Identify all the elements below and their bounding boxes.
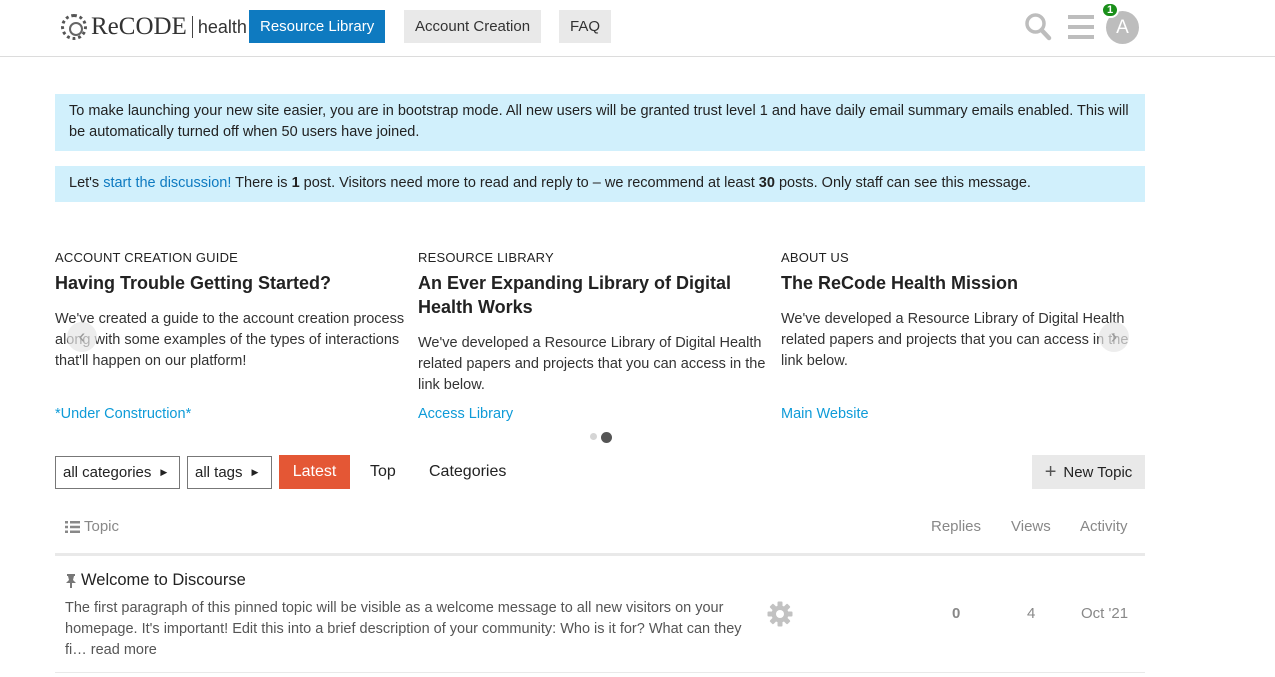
logo-mark-icon bbox=[61, 14, 87, 40]
row-divider bbox=[55, 672, 1145, 673]
card-kicker: ABOUT US bbox=[781, 250, 849, 265]
notice-prefix: Let's bbox=[69, 175, 104, 191]
replies-count: 0 bbox=[952, 605, 961, 622]
hamburger-menu-icon[interactable] bbox=[1068, 14, 1094, 40]
card-kicker: ACCOUNT CREATION GUIDE bbox=[55, 250, 239, 265]
list-icon bbox=[65, 520, 80, 533]
topic-title: Welcome to Discourse bbox=[81, 571, 246, 589]
access-library-link[interactable]: Access Library bbox=[418, 406, 513, 422]
post-count: 1 bbox=[291, 175, 300, 191]
card-title: An Ever Expanding Library of Digital Hea… bbox=[418, 273, 732, 317]
categories-dropdown[interactable]: all categories ▶ bbox=[55, 456, 180, 489]
notice-text-2: post. Visitors need more to read and rep… bbox=[299, 175, 759, 191]
topic-excerpt: The first paragraph of this pinned topic… bbox=[65, 598, 755, 661]
banner-card-about-us: ABOUT US The ReCode Health Mission We've… bbox=[781, 250, 1143, 372]
start-discussion-link[interactable]: start the discussion! bbox=[103, 175, 231, 191]
nav-faq-button[interactable]: FAQ bbox=[559, 10, 612, 43]
site-header: ReCODE health Resource Library Account C… bbox=[0, 0, 1275, 57]
replies-column-header[interactable]: Replies bbox=[931, 518, 981, 535]
search-icon[interactable] bbox=[1024, 12, 1052, 42]
views-column-header[interactable]: Views bbox=[1011, 518, 1051, 535]
logo-divider bbox=[191, 16, 193, 38]
read-more-link[interactable]: read more bbox=[91, 642, 157, 658]
views-count: 4 bbox=[1027, 605, 1036, 622]
under-construction-link[interactable]: *Under Construction* bbox=[55, 406, 191, 422]
topic-title-link[interactable]: Welcome to Discourse bbox=[65, 571, 246, 590]
tags-dropdown[interactable]: all tags ▶ bbox=[187, 456, 272, 489]
categories-dropdown-label: all categories bbox=[63, 464, 152, 481]
gear-icon[interactable] bbox=[767, 601, 793, 627]
tags-dropdown-label: all tags bbox=[195, 464, 243, 481]
recommended-count: 30 bbox=[758, 175, 775, 191]
card-body: We've created a guide to the account cre… bbox=[55, 311, 405, 369]
topic-column-header[interactable]: Topic bbox=[65, 518, 119, 535]
carousel-prev-icon[interactable]: ‹ bbox=[67, 322, 97, 352]
logo-main-text: ReCODE bbox=[91, 13, 187, 40]
activity-date[interactable]: Oct '21 bbox=[1081, 605, 1128, 622]
card-body: We've developed a Resource Library of Di… bbox=[781, 311, 1129, 369]
card-title: Having Trouble Getting Started? bbox=[55, 273, 332, 293]
caret-right-icon: ▶ bbox=[160, 467, 168, 477]
notice-text-1: There is bbox=[231, 175, 292, 191]
card-kicker: RESOURCE LIBRARY bbox=[418, 250, 554, 265]
carousel-dot-1[interactable] bbox=[590, 433, 597, 440]
carousel-next-icon[interactable]: › bbox=[1099, 322, 1129, 352]
bootstrap-mode-notice: To make launching your new site easier, … bbox=[55, 94, 1145, 151]
carousel-dot-2[interactable] bbox=[601, 432, 612, 443]
topic-header-label: Topic bbox=[84, 518, 120, 535]
notice-suffix: posts. Only staff can see this message. bbox=[774, 175, 1031, 191]
pin-icon bbox=[66, 573, 76, 588]
banner-card-resource-library: RESOURCE LIBRARY An Ever Expanding Libra… bbox=[418, 250, 780, 396]
banner-card-account-creation: ACCOUNT CREATION GUIDE Having Trouble Ge… bbox=[55, 250, 417, 372]
site-logo[interactable]: ReCODE health bbox=[61, 12, 247, 42]
topic-excerpt-text: The first paragraph of this pinned topic… bbox=[65, 600, 742, 658]
nav-account-creation-button[interactable]: Account Creation bbox=[404, 10, 542, 43]
tab-top[interactable]: Top bbox=[370, 455, 396, 489]
table-header-divider bbox=[55, 553, 1145, 556]
card-body: We've developed a Resource Library of Di… bbox=[418, 335, 766, 393]
caret-right-icon: ▶ bbox=[251, 467, 259, 477]
logo-sub-text: health bbox=[197, 16, 247, 37]
tab-latest[interactable]: Latest bbox=[279, 455, 350, 489]
plus-icon: + bbox=[1044, 461, 1057, 483]
new-topic-button[interactable]: + New Topic bbox=[1032, 455, 1145, 489]
main-website-link[interactable]: Main Website bbox=[781, 406, 869, 422]
discussion-notice: Let's start the discussion! There is 1 p… bbox=[55, 166, 1145, 202]
nav-resource-library-button[interactable]: Resource Library bbox=[249, 10, 386, 43]
new-topic-label: New Topic bbox=[1063, 463, 1133, 481]
tab-categories[interactable]: Categories bbox=[429, 455, 506, 489]
activity-column-header[interactable]: Activity bbox=[1080, 518, 1128, 535]
card-title: The ReCode Health Mission bbox=[781, 273, 1019, 293]
notification-badge[interactable]: 1 bbox=[1101, 2, 1119, 18]
